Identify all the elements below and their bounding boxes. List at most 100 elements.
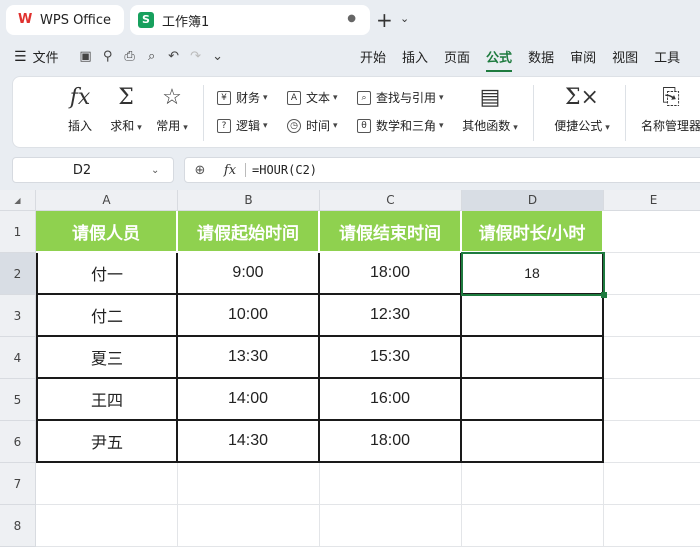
- tab-review[interactable]: 审阅: [570, 47, 596, 66]
- table-cell[interactable]: [462, 463, 604, 505]
- column-header-b[interactable]: B: [178, 190, 320, 211]
- formula-bar[interactable]: ⊕ fx =HOUR(C2): [184, 157, 700, 183]
- row-header-4[interactable]: 4: [0, 337, 36, 379]
- tab-home[interactable]: 开始: [360, 47, 386, 66]
- print-icon[interactable]: ⎙: [119, 49, 141, 64]
- column-header-a[interactable]: A: [36, 190, 178, 211]
- table-cell[interactable]: 王四: [36, 379, 178, 421]
- tab-formulas[interactable]: 公式: [486, 47, 513, 72]
- lookup-button[interactable]: ⌕ 查找与引用 ▾: [357, 89, 444, 106]
- table-cell[interactable]: [178, 505, 320, 547]
- table-cell[interactable]: 18:00: [320, 253, 462, 295]
- table-cell[interactable]: [604, 421, 700, 463]
- header-cell-duration[interactable]: 请假时长/小时: [462, 211, 604, 253]
- row-header-5[interactable]: 5: [0, 379, 36, 421]
- table-cell[interactable]: [604, 505, 700, 547]
- table-cell[interactable]: [320, 505, 462, 547]
- tab-page[interactable]: 页面: [444, 47, 470, 66]
- text-functions-button[interactable]: A 文本 ▾: [287, 89, 338, 106]
- table-cell[interactable]: 18:00: [320, 421, 462, 463]
- tab-insert[interactable]: 插入: [402, 47, 428, 66]
- table-cell[interactable]: [604, 211, 700, 253]
- hamburger-icon[interactable]: ☰: [14, 49, 27, 65]
- table-cell[interactable]: [462, 505, 604, 547]
- tab-workbook[interactable]: S 工作簿1 ●: [130, 5, 370, 35]
- table-cell[interactable]: 16:00: [320, 379, 462, 421]
- table-cell[interactable]: [320, 463, 462, 505]
- formula-input[interactable]: =HOUR(C2): [252, 163, 317, 177]
- header-cell-person[interactable]: 请假人员: [36, 211, 178, 253]
- more-functions-button[interactable]: ▤ 其他函数 ▾: [455, 83, 525, 134]
- name-box[interactable]: D2 ⌄: [12, 157, 174, 183]
- redo-icon[interactable]: ↷: [185, 49, 207, 64]
- math-trig-button[interactable]: θ 数学和三角 ▾: [357, 117, 444, 134]
- time-functions-button[interactable]: ◷ 时间 ▾: [287, 117, 338, 134]
- table-cell[interactable]: [462, 337, 604, 379]
- fill-handle[interactable]: [601, 292, 607, 298]
- table-cell[interactable]: [604, 295, 700, 337]
- table-cell[interactable]: [36, 463, 178, 505]
- tab-tools[interactable]: 工具: [654, 47, 680, 66]
- table-cell[interactable]: 尹五: [36, 421, 178, 463]
- row-header-6[interactable]: 6: [0, 421, 36, 463]
- wps-logo-icon: W: [18, 12, 33, 27]
- chevron-down-icon: ▾: [333, 92, 338, 103]
- table-cell[interactable]: [36, 505, 178, 547]
- print-preview-icon[interactable]: ⌕: [141, 49, 163, 64]
- row-header-3[interactable]: 3: [0, 295, 36, 337]
- table-cell[interactable]: [462, 379, 604, 421]
- table-cell[interactable]: 13:30: [178, 337, 320, 379]
- autosum-label: 求和: [110, 119, 135, 133]
- select-all-corner[interactable]: ◢: [0, 190, 36, 211]
- common-functions-button[interactable]: ☆ 常用 ▾: [147, 83, 197, 134]
- row-header-1[interactable]: 1: [0, 211, 36, 253]
- row-header-2[interactable]: 2: [0, 253, 36, 295]
- zoom-icon[interactable]: ⊕: [185, 163, 215, 178]
- insert-function-button[interactable]: fx 插入: [55, 83, 105, 134]
- share-icon[interactable]: ⚲: [97, 49, 119, 64]
- row-header-7[interactable]: 7: [0, 463, 36, 505]
- chevron-down-icon: ▾: [605, 123, 610, 133]
- table-cell[interactable]: 14:30: [178, 421, 320, 463]
- save-icon[interactable]: ▣: [75, 49, 97, 64]
- column-header-e[interactable]: E: [604, 190, 700, 211]
- column-header-d[interactable]: D: [462, 190, 604, 211]
- column-header-c[interactable]: C: [320, 190, 462, 211]
- active-cell[interactable]: 18: [462, 253, 604, 295]
- table-cell[interactable]: 夏三: [36, 337, 178, 379]
- autosum-button[interactable]: Σ 求和 ▾: [101, 83, 151, 134]
- table-cell[interactable]: 9:00: [178, 253, 320, 295]
- table-cell[interactable]: 付二: [36, 295, 178, 337]
- table-cell[interactable]: 付一: [36, 253, 178, 295]
- table-cell[interactable]: 10:00: [178, 295, 320, 337]
- unsaved-dot-icon[interactable]: ●: [347, 13, 356, 24]
- row-header-8[interactable]: 8: [0, 505, 36, 547]
- name-box-value: D2: [72, 162, 92, 178]
- name-manager-button[interactable]: ⎘ 名称管理器: [633, 83, 700, 134]
- header-cell-end[interactable]: 请假结束时间: [320, 211, 462, 253]
- finance-button[interactable]: ¥ 财务 ▾: [217, 89, 268, 106]
- tab-data[interactable]: 数据: [528, 47, 554, 66]
- table-cell[interactable]: [604, 337, 700, 379]
- logical-button[interactable]: ? 逻辑 ▾: [217, 117, 268, 134]
- table-cell[interactable]: 15:30: [320, 337, 462, 379]
- header-cell-start[interactable]: 请假起始时间: [178, 211, 320, 253]
- tab-view[interactable]: 视图: [612, 47, 638, 66]
- fx-icon[interactable]: fx: [215, 163, 245, 178]
- menu-file[interactable]: 文件: [33, 47, 59, 66]
- chevron-down-icon[interactable]: ⌄: [400, 12, 409, 25]
- new-tab-button[interactable]: +: [376, 8, 393, 32]
- table-cell[interactable]: [462, 295, 604, 337]
- more-chevron-icon[interactable]: ⌄: [207, 49, 229, 64]
- undo-icon[interactable]: ↶: [163, 49, 185, 64]
- table-cell[interactable]: [604, 253, 700, 295]
- table-cell[interactable]: [604, 379, 700, 421]
- table-cell[interactable]: 14:00: [178, 379, 320, 421]
- table-cell[interactable]: [178, 463, 320, 505]
- table-cell[interactable]: [604, 463, 700, 505]
- quick-formula-button[interactable]: Σ× 便捷公式 ▾: [547, 83, 617, 134]
- chevron-down-icon[interactable]: ⌄: [151, 165, 173, 176]
- tab-wps-office[interactable]: W WPS Office: [6, 5, 124, 35]
- table-cell[interactable]: [462, 421, 604, 463]
- table-cell[interactable]: 12:30: [320, 295, 462, 337]
